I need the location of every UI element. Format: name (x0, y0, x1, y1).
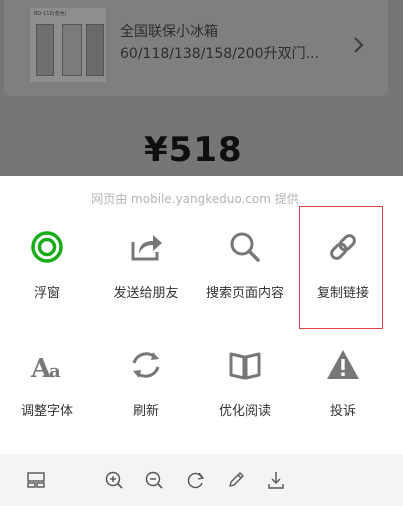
product-thumbnail: BD-118(金色) (30, 8, 106, 82)
zoom-out-icon[interactable] (144, 470, 164, 490)
warning-icon (327, 350, 359, 379)
chevron-right-icon[interactable] (348, 34, 368, 56)
menu-item-label: 浮窗 (33, 286, 60, 301)
menu-item-label: 优化阅读 (218, 404, 271, 419)
font-icon: A a (30, 354, 61, 382)
zoom-in-icon[interactable] (104, 470, 124, 490)
menu-item-adjust-font[interactable]: A a 调整字体 (0, 176, 97, 419)
menu-item-label: 发送给朋友 (113, 286, 179, 301)
background-page: BD-118(金色) 全国联保小冰箱 60/118/138/158/200升双门… (0, 0, 403, 176)
product-title: 全国联保小冰箱 (120, 24, 218, 40)
svg-text:a: a (49, 361, 61, 382)
reader-icon (229, 352, 261, 380)
download-icon[interactable] (266, 470, 286, 490)
product-card[interactable]: BD-118(金色) 全国联保小冰箱 60/118/138/158/200升双门… (4, 0, 388, 96)
thumbnail-label: BD-118(金色) (34, 11, 67, 17)
price: ¥518 (144, 130, 243, 170)
menu-item-report[interactable]: 投诉 (293, 176, 393, 419)
menu-item-label: 投诉 (329, 404, 356, 419)
menu-item-label: 调整字体 (20, 404, 73, 419)
menu-item-refresh[interactable]: 刷新 (96, 176, 196, 419)
menu-item-label: 搜索页面内容 (205, 286, 284, 301)
share-sheet: 网页由 mobile.yangkeduo.com 提供 浮窗 发送给朋友 搜索页… (0, 176, 403, 506)
rotate-icon[interactable] (186, 470, 206, 490)
layout-icon[interactable] (26, 470, 46, 490)
product-subtitle: 60/118/138/158/200升双门... (120, 46, 319, 62)
edit-icon[interactable] (226, 470, 246, 490)
menu-item-label: 刷新 (132, 404, 159, 419)
menu-item-reader-mode[interactable]: 优化阅读 (195, 176, 295, 419)
bottom-toolbar (0, 454, 403, 506)
refresh-icon (132, 352, 160, 378)
